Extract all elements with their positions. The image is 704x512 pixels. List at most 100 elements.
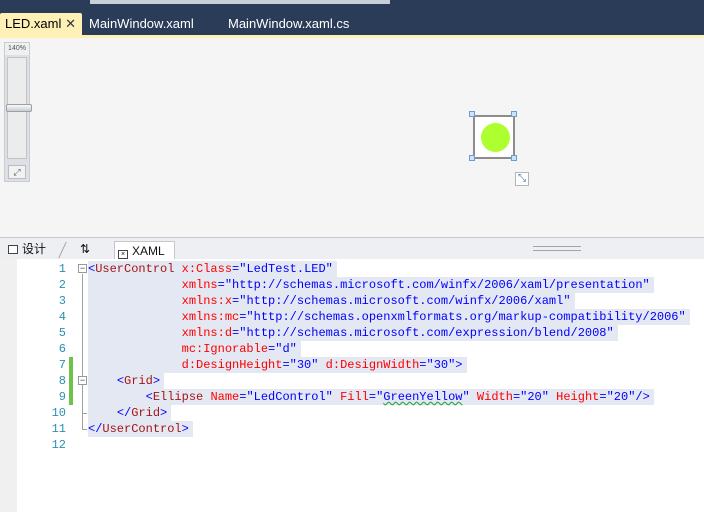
change-marker bbox=[69, 357, 73, 373]
xaml-view-icon: × bbox=[118, 250, 128, 259]
code-text[interactable]: mc:Ignorable="d" bbox=[88, 341, 301, 357]
tab-led-xaml-label: LED.xaml bbox=[5, 16, 62, 31]
document-tab-strip: LED.xaml ✕ MainWindow.xaml MainWindow.xa… bbox=[0, 4, 704, 35]
fold-end-tick bbox=[82, 413, 87, 414]
code-text[interactable]: <UserControl x:Class="LedTest.LED" bbox=[88, 261, 337, 277]
line-number: 1 bbox=[58, 262, 66, 276]
swap-panes-button[interactable]: ⇅ bbox=[80, 240, 90, 259]
code-token: =" bbox=[268, 342, 283, 356]
code-text[interactable]: <Grid> bbox=[88, 373, 165, 389]
squiggle-token: GreenYellow bbox=[383, 390, 463, 404]
led-ellipse[interactable] bbox=[481, 123, 510, 152]
code-token: =" bbox=[232, 326, 247, 340]
code-text[interactable]: xmlns:x="http://schemas.microsoft.com/wi… bbox=[88, 293, 575, 309]
code-token: =" bbox=[282, 358, 297, 372]
code-line[interactable]: 1 <UserControl x:Class="LedTest.LED" bbox=[0, 261, 704, 277]
tab-mainwindow-xaml-cs[interactable]: MainWindow.xaml.cs bbox=[223, 13, 349, 35]
code-line[interactable]: 5 xmlns:d="http://schemas.microsoft.com/… bbox=[0, 325, 704, 341]
code-token: d bbox=[282, 342, 290, 356]
code-line[interactable]: 12 bbox=[0, 437, 704, 453]
resize-handle-top-right[interactable] bbox=[511, 111, 517, 117]
code-text[interactable]: d:DesignHeight="30" d:DesignWidth="30"> bbox=[88, 357, 467, 373]
code-line[interactable]: 6 mc:Ignorable="d" bbox=[0, 341, 704, 357]
code-text[interactable]: xmlns:d="http://schemas.microsoft.com/ex… bbox=[88, 325, 618, 341]
tab-design[interactable]: 设计 bbox=[8, 240, 46, 259]
code-token: http://schemas.microsoft.com/expression/… bbox=[246, 326, 607, 340]
code-token: d:DesignHeight bbox=[181, 358, 283, 372]
code-token: " bbox=[462, 390, 470, 404]
code-token: Fill bbox=[340, 390, 369, 404]
code-line[interactable]: 4 xmlns:mc="http://schemas.openxmlformat… bbox=[0, 309, 704, 325]
code-token: "/> bbox=[628, 390, 650, 404]
line-number: 12 bbox=[51, 438, 66, 452]
code-token: " bbox=[642, 278, 650, 292]
zoom-control: 140% ⤢ bbox=[4, 42, 32, 182]
code-token: =" bbox=[368, 390, 384, 404]
design-view-icon bbox=[8, 245, 18, 254]
code-line[interactable]: 10 </Grid> bbox=[0, 405, 704, 421]
code-token: =" bbox=[239, 310, 254, 324]
code-line[interactable]: 9 <Ellipse Name="LedControl" Fill="Green… bbox=[0, 389, 704, 405]
code-token: xmlns:mc bbox=[181, 310, 240, 324]
code-token: =" bbox=[599, 390, 614, 404]
resize-handle-top-left[interactable] bbox=[469, 111, 475, 117]
code-token: > bbox=[152, 374, 161, 388]
code-token: xmlns:x bbox=[181, 294, 233, 308]
code-text[interactable]: </UserControl> bbox=[88, 421, 193, 437]
tab-mainwindow-xaml[interactable]: MainWindow.xaml bbox=[84, 13, 194, 35]
zoom-slider-track[interactable] bbox=[6, 57, 32, 159]
xaml-code-editor[interactable]: 1 <UserControl x:Class="LedTest.LED" 2 xml… bbox=[0, 259, 704, 512]
code-line[interactable]: 3 xmlns:x="http://schemas.microsoft.com/… bbox=[0, 293, 704, 309]
line-number: 4 bbox=[58, 310, 66, 324]
tab-xaml[interactable]: × XAML bbox=[114, 241, 175, 260]
code-text[interactable]: </Grid> bbox=[88, 405, 172, 421]
auto-size-icon[interactable]: ⤡ bbox=[515, 172, 529, 186]
code-line[interactable]: 2 xmlns="http://schemas.microsoft.com/wi… bbox=[0, 277, 704, 293]
zoom-slider-thumb[interactable] bbox=[6, 104, 32, 112]
code-line[interactable]: 11 </UserControl> bbox=[0, 421, 704, 437]
code-text[interactable]: <Ellipse Name="LedControl" Fill="GreenYe… bbox=[88, 389, 654, 405]
resize-handle-bottom-right[interactable] bbox=[511, 155, 517, 161]
fold-toggle-icon[interactable]: − bbox=[78, 264, 87, 273]
resize-handle-bottom-left[interactable] bbox=[469, 155, 475, 161]
fold-guide bbox=[82, 386, 83, 413]
tab-separator bbox=[58, 242, 76, 258]
code-line[interactable]: 8 <Grid> bbox=[0, 373, 704, 389]
led-user-control-preview[interactable] bbox=[473, 115, 515, 159]
code-token: mc:Ignorable bbox=[181, 342, 269, 356]
code-token: Ellipse bbox=[152, 390, 204, 404]
code-token: " bbox=[325, 390, 333, 404]
code-text[interactable]: xmlns="http://schemas.microsoft.com/winf… bbox=[88, 277, 654, 293]
code-token: " bbox=[563, 294, 571, 308]
tab-xaml-label: XAML bbox=[132, 244, 165, 258]
fold-toggle-icon[interactable]: − bbox=[78, 376, 87, 385]
design-surface[interactable]: 140% ⤢ ⤡ bbox=[0, 38, 704, 237]
zoom-fit-icon[interactable]: ⤢ bbox=[8, 165, 26, 179]
tab-led-xaml[interactable]: LED.xaml ✕ bbox=[0, 13, 82, 35]
line-number: 9 bbox=[58, 390, 66, 404]
code-token: =" bbox=[239, 390, 254, 404]
code-text[interactable]: xmlns:mc="http://schemas.openxmlformats.… bbox=[88, 309, 690, 325]
close-icon[interactable]: ✕ bbox=[65, 13, 76, 35]
code-token: LedTest.LED bbox=[246, 262, 326, 276]
fold-end-tick bbox=[82, 429, 87, 430]
code-line[interactable]: 7 d:DesignHeight="30" d:DesignWidth="30"… bbox=[0, 357, 704, 373]
code-token: xmlns:d bbox=[181, 326, 233, 340]
splitter-grip[interactable] bbox=[533, 246, 581, 251]
code-token: =" bbox=[217, 278, 233, 292]
code-token: Width bbox=[476, 390, 513, 404]
line-number: 8 bbox=[58, 374, 66, 388]
code-token: 20 bbox=[527, 390, 542, 404]
code-token: =" bbox=[232, 294, 247, 308]
code-token: =" bbox=[512, 390, 528, 404]
code-token: " bbox=[325, 262, 333, 276]
code-token: 30 bbox=[296, 358, 312, 372]
line-number: 3 bbox=[58, 294, 66, 308]
